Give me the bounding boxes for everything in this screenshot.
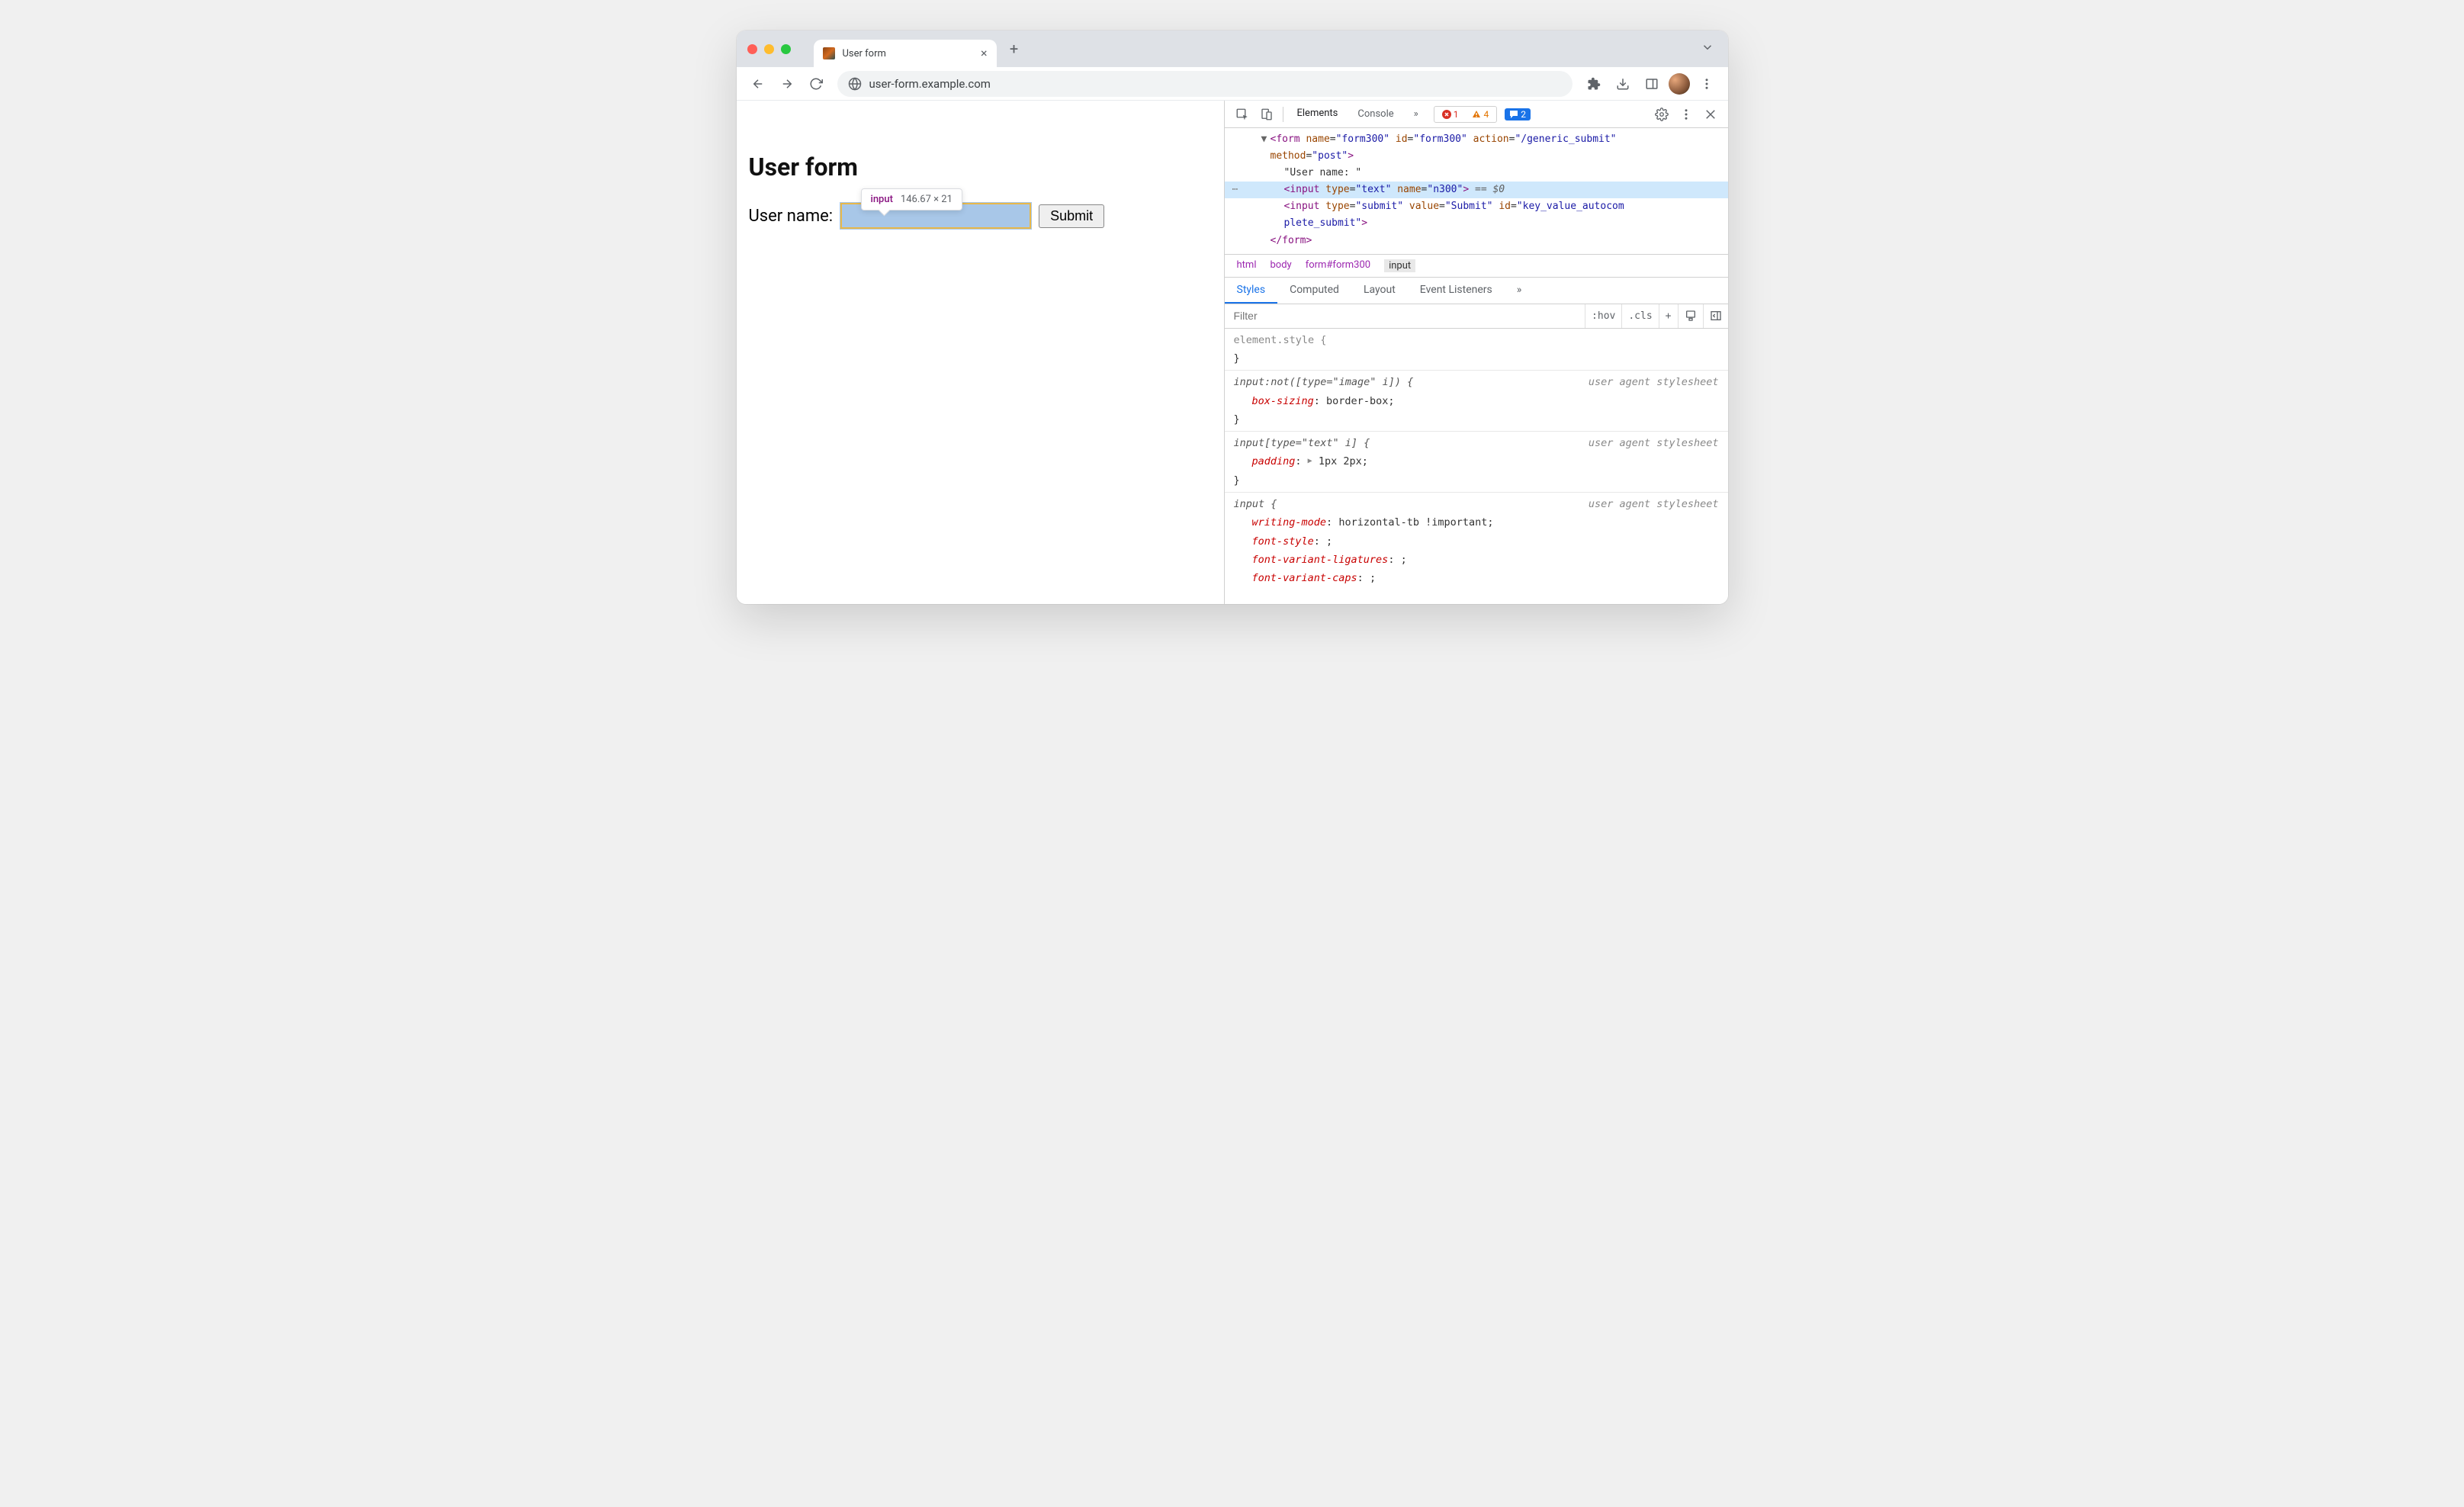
reload-button[interactable] [804, 72, 828, 96]
globe-icon [848, 77, 862, 91]
tab-styles[interactable]: Styles [1225, 278, 1278, 304]
warning-count: 4 [1467, 108, 1493, 120]
devtools-panel: Elements Console » 1 4 2 [1225, 101, 1728, 604]
tooltip-element: input [871, 194, 893, 205]
tooltip-dimensions: 146.67 × 21 [901, 194, 953, 205]
forward-button[interactable] [775, 72, 799, 96]
close-tab-icon[interactable]: × [981, 47, 988, 59]
address-bar[interactable]: user-form.example.com [837, 71, 1573, 97]
styles-tabbar: Styles Computed Layout Event Listeners » [1225, 278, 1728, 304]
browser-menu-icon[interactable] [1695, 72, 1719, 96]
tab-elements[interactable]: Elements [1288, 101, 1348, 127]
dom-selected-node[interactable]: <input type="text" name="n300"> == $0 [1225, 182, 1728, 198]
css-rule[interactable]: element.style { } [1225, 329, 1728, 371]
breadcrumb-item[interactable]: html [1237, 259, 1257, 272]
titlebar: User form × + [737, 31, 1728, 67]
css-rule[interactable]: user agent stylesheet input { writing-mo… [1225, 493, 1728, 590]
breadcrumb-item-selected[interactable]: input [1384, 259, 1415, 272]
dom-line[interactable]: plete_submit"> [1225, 215, 1728, 232]
rule-origin: user agent stylesheet [1589, 373, 1719, 391]
dom-text-node[interactable]: "User name: " [1225, 165, 1728, 182]
error-count: 1 [1438, 108, 1463, 120]
user-form-row: User name: Submit [749, 203, 1212, 229]
rendered-page: User form User name: Submit input 146.67… [737, 101, 1225, 604]
cls-toggle[interactable]: .cls [1621, 304, 1658, 328]
tab-title: User form [843, 48, 886, 59]
tab-event-listeners[interactable]: Event Listeners [1408, 278, 1505, 304]
tab-more[interactable]: » [1405, 101, 1428, 127]
devtools-close-icon[interactable] [1699, 103, 1722, 126]
devtools-settings-icon[interactable] [1650, 103, 1673, 126]
tab-console[interactable]: Console [1348, 101, 1402, 127]
page-heading: User form [749, 153, 1212, 182]
url-text: user-form.example.com [869, 77, 991, 91]
close-window-button[interactable] [747, 44, 757, 54]
info-count[interactable]: 2 [1505, 108, 1531, 120]
hov-toggle[interactable]: :hov [1585, 304, 1621, 328]
device-styles-icon[interactable] [1678, 304, 1703, 328]
username-label: User name: [749, 207, 834, 226]
devtools-tabbar: Elements Console » 1 4 2 [1225, 101, 1728, 128]
dom-line[interactable]: method="post"> [1225, 148, 1728, 165]
breadcrumb-item[interactable]: form#form300 [1306, 259, 1370, 272]
browser-tab[interactable]: User form × [814, 40, 997, 67]
inspect-tooltip: input 146.67 × 21 [861, 188, 962, 210]
downloads-icon[interactable] [1611, 72, 1635, 96]
css-rule[interactable]: user agent stylesheet input:not([type="i… [1225, 371, 1728, 432]
side-panel-icon[interactable] [1640, 72, 1664, 96]
browser-window: User form × + user-form.example.com [737, 31, 1728, 604]
tab-computed[interactable]: Computed [1277, 278, 1351, 304]
devtools-menu-icon[interactable] [1675, 103, 1698, 126]
styles-filter-input[interactable] [1225, 310, 1585, 322]
dom-tree[interactable]: ▼<form name="form300" id="form300" actio… [1225, 128, 1728, 255]
rule-origin: user agent stylesheet [1589, 434, 1719, 452]
profile-avatar[interactable] [1669, 73, 1690, 95]
minimize-window-button[interactable] [764, 44, 774, 54]
extensions-icon[interactable] [1582, 72, 1606, 96]
back-button[interactable] [746, 72, 770, 96]
dom-line[interactable]: </form> [1225, 233, 1728, 249]
browser-toolbar: user-form.example.com [737, 67, 1728, 101]
css-rule[interactable]: user agent stylesheet input[type="text" … [1225, 432, 1728, 493]
dom-breadcrumb: html body form#form300 input [1225, 255, 1728, 278]
tab-layout[interactable]: Layout [1351, 278, 1408, 304]
rule-origin: user agent stylesheet [1589, 495, 1719, 513]
new-tab-button[interactable]: + [1003, 37, 1026, 60]
tab-styles-more[interactable]: » [1505, 278, 1534, 304]
favicon-icon [823, 47, 835, 59]
breadcrumb-item[interactable]: body [1270, 259, 1291, 272]
content-area: User form User name: Submit input 146.67… [737, 101, 1728, 604]
window-controls [747, 44, 791, 54]
maximize-window-button[interactable] [781, 44, 791, 54]
toggle-sidebar-icon[interactable] [1703, 304, 1728, 328]
tabs-dropdown-icon[interactable] [1701, 40, 1714, 57]
submit-button[interactable]: Submit [1039, 204, 1104, 228]
dom-line[interactable]: <input type="submit" value="Submit" id="… [1225, 198, 1728, 215]
css-rules: element.style { } user agent stylesheet … [1225, 329, 1728, 604]
issue-counts[interactable]: 1 4 [1434, 106, 1498, 123]
device-toolbar-icon[interactable] [1255, 103, 1278, 126]
new-rule-button[interactable]: + [1659, 304, 1678, 328]
inspect-element-icon[interactable] [1231, 103, 1254, 126]
dom-line[interactable]: ▼<form name="form300" id="form300" actio… [1225, 131, 1728, 148]
styles-toolbar: :hov .cls + [1225, 304, 1728, 329]
